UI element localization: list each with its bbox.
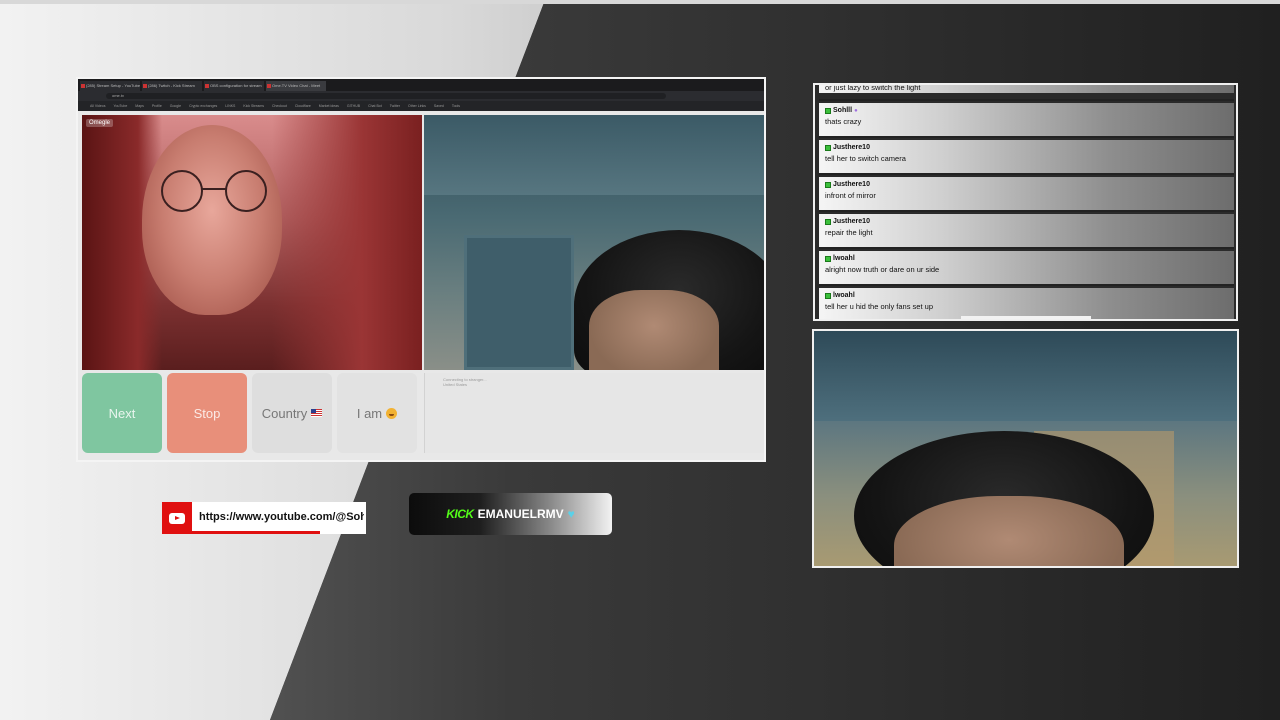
url-input[interactable]: ome.tv xyxy=(106,93,666,99)
room-ceiling xyxy=(424,115,764,195)
bookmark-item[interactable]: Profile xyxy=(152,101,162,111)
webcam-ceiling xyxy=(814,331,1237,421)
stop-button[interactable]: Stop xyxy=(167,373,247,453)
bookmark-item[interactable]: Other Links xyxy=(408,101,426,111)
bookmark-item[interactable]: Kick Streams xyxy=(243,101,264,111)
chat-message: Justhere10 infront of mirror xyxy=(819,177,1234,211)
chat-username: lwoahl xyxy=(833,292,855,299)
next-button[interactable]: Next xyxy=(82,373,162,453)
chat-username: Sohlll xyxy=(833,107,853,114)
bookmark-item[interactable]: Chat Bot xyxy=(368,101,382,111)
chat-badge-icon xyxy=(825,292,831,299)
bookmark-item[interactable]: LINKS xyxy=(225,101,235,111)
chat-badge-icon xyxy=(825,255,831,262)
stream-chat-panel: or just lazy to switch the light Sohlll ●… xyxy=(813,83,1238,321)
chat-badge-icon xyxy=(825,107,831,114)
chat-badge-icon xyxy=(825,218,831,225)
chat-message: lwoahl alright now truth or dare on ur s… xyxy=(819,251,1234,285)
bookmark-item[interactable]: Tools xyxy=(452,101,460,111)
chat-message-text: or just lazy to switch the light xyxy=(825,83,921,92)
browser-window: (285) Stream Setup - YouTube (286) Twitc… xyxy=(76,77,766,462)
chat-username: lwoahl xyxy=(833,255,855,262)
kick-social-bar: KICK EMANUELRMV ♥ xyxy=(409,493,612,535)
chat-username: Justhere10 xyxy=(833,144,870,151)
text-chat-area[interactable]: Connecting to stranger... United States xyxy=(424,373,764,453)
browser-tab[interactable]: OBS configuration for stream xyxy=(204,81,264,91)
browser-tab-active[interactable]: Ome.TV Video Chat - Meet xyxy=(266,81,326,91)
chat-message-text: tell her to switch camera xyxy=(825,154,906,163)
chat-message: Justhere10 repair the light xyxy=(819,214,1234,248)
chat-message-text: infront of mirror xyxy=(825,191,876,200)
stranger-face xyxy=(142,125,282,315)
chat-divider xyxy=(819,247,1234,249)
chat-message-text: thats crazy xyxy=(825,117,862,126)
youtube-logo-box xyxy=(162,502,192,534)
chat-status-country: United States xyxy=(443,382,468,387)
bookmark-item[interactable]: All Videos xyxy=(90,101,106,111)
self-video xyxy=(424,115,764,370)
streamer-webcam xyxy=(812,329,1239,568)
bookmark-item[interactable]: Checkout xyxy=(272,101,287,111)
chat-username: Justhere10 xyxy=(833,218,870,225)
background-top-strip xyxy=(0,0,1280,4)
browser-address-bar: ome.tv xyxy=(78,91,764,101)
chat-status: Connecting to stranger... United States xyxy=(443,377,487,387)
chat-controls: Next Stop Country I am xyxy=(82,373,422,453)
bookmark-item[interactable]: Maps xyxy=(135,101,144,111)
chat-message-text: alright now truth or dare on ur side xyxy=(825,265,940,274)
stranger-video: Omegle xyxy=(82,115,422,370)
chat-message: Justhere10 tell her to switch camera xyxy=(819,140,1234,174)
us-flag-icon xyxy=(311,409,323,417)
browser-tab-bar: (285) Stream Setup - YouTube (286) Twitc… xyxy=(78,79,764,91)
gender-button-label: I am xyxy=(356,405,383,421)
youtube-icon xyxy=(169,512,185,524)
chat-divider xyxy=(819,284,1234,286)
chat-username: Justhere10 xyxy=(833,181,870,188)
page-content: Omegle Next Stop Country I am Connecting… xyxy=(78,111,764,460)
browser-tab[interactable]: (285) Stream Setup - YouTube xyxy=(80,81,140,91)
bookmark-item[interactable]: YouTube xyxy=(114,101,128,111)
stop-button-label: Stop xyxy=(193,405,221,421)
bookmark-item[interactable]: Google xyxy=(170,101,181,111)
chat-scroll-indicator xyxy=(961,316,1091,319)
country-button-label: Country xyxy=(261,405,308,421)
gender-button[interactable]: I am xyxy=(337,373,417,453)
self-face xyxy=(589,290,719,370)
bookmarks-bar: All Videos YouTube Maps Profile Google C… xyxy=(78,101,764,111)
heart-icon: ♥ xyxy=(567,507,575,521)
bookmark-item[interactable]: Cloudflare xyxy=(295,101,311,111)
bookmark-item[interactable]: Twitter xyxy=(390,101,400,111)
chat-message-text: tell her u hid the only fans set up xyxy=(825,302,933,311)
chat-divider xyxy=(819,210,1234,212)
chat-message: or just lazy to switch the light xyxy=(819,83,1234,93)
kick-logo: KICK xyxy=(446,507,474,521)
bookmark-item[interactable]: Crypto exchanges xyxy=(189,101,217,111)
chat-divider xyxy=(819,173,1234,175)
stranger-hair xyxy=(272,115,422,370)
smiley-icon xyxy=(386,407,398,419)
youtube-url: https://www.youtube.com/@Sohll xyxy=(199,511,364,523)
chat-divider xyxy=(819,136,1234,138)
sub-badge-icon: ● xyxy=(854,107,858,114)
chat-message-text: repair the light xyxy=(825,228,873,237)
bookmark-item[interactable]: Saved xyxy=(434,101,444,111)
chat-badge-icon xyxy=(825,181,831,188)
browser-tab[interactable]: (286) Twitch - Kick Stream xyxy=(142,81,202,91)
bookmark-item[interactable]: GITHUB xyxy=(347,101,360,111)
next-button-label: Next xyxy=(108,405,136,421)
chat-badge-icon xyxy=(825,144,831,151)
glasses-shape xyxy=(161,170,267,212)
chat-divider xyxy=(819,99,1234,101)
site-logo: Omegle xyxy=(86,119,114,127)
youtube-underline xyxy=(162,531,320,534)
country-button[interactable]: Country xyxy=(252,373,332,453)
bookmark-item[interactable]: Market ideas xyxy=(319,101,339,111)
kick-channel-name: EMANUELRMV xyxy=(477,507,564,521)
youtube-social-bar: https://www.youtube.com/@Sohll xyxy=(162,502,366,534)
chat-message: Sohlll ● thats crazy xyxy=(819,103,1234,137)
room-door xyxy=(464,235,574,370)
